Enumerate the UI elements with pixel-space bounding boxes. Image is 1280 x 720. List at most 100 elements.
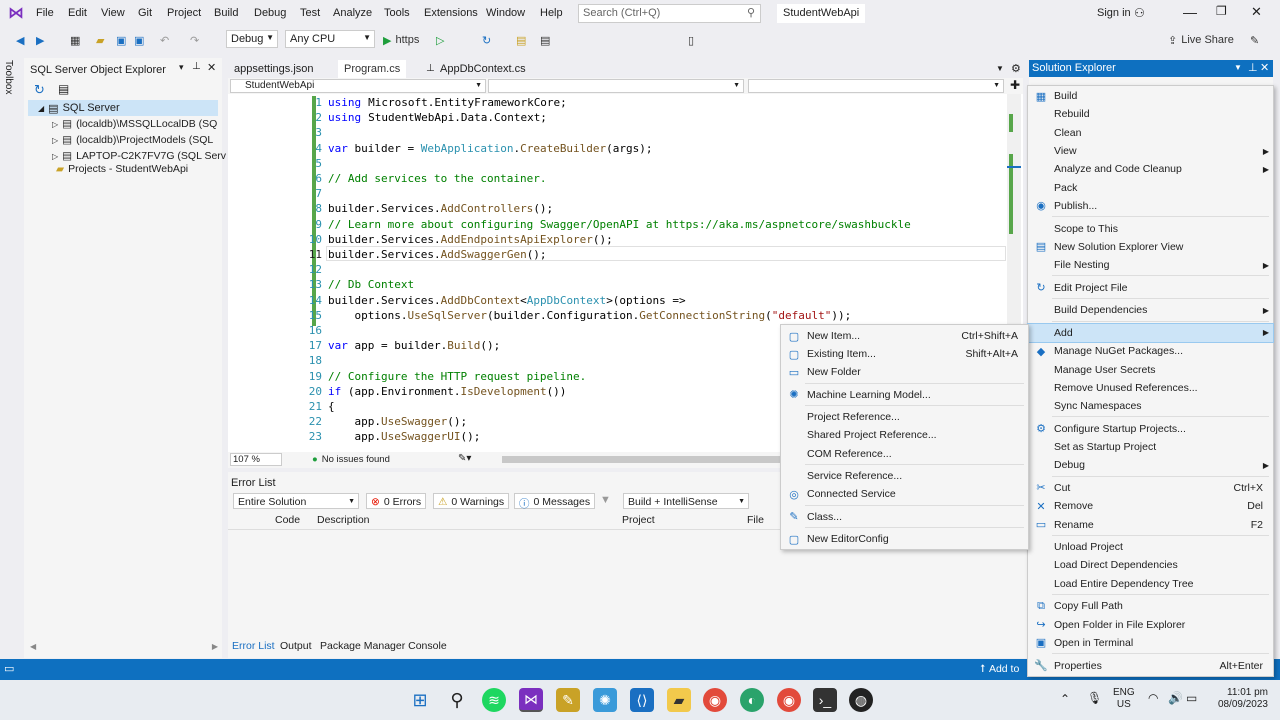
menu-item-pack[interactable]: Pack [1028, 179, 1273, 197]
messages-filter-button[interactable]: ⓘ 0 Messages [514, 493, 596, 510]
tab-output[interactable]: Output [280, 640, 312, 652]
live-share-button[interactable]: ⇪ Live Share [1168, 31, 1234, 49]
spotify-icon[interactable]: ≋ [482, 688, 506, 712]
save-icon[interactable]: ▣ [116, 31, 126, 49]
tab-program-cs[interactable]: Program.cs [338, 60, 407, 78]
vscode-icon[interactable]: ⟨⟩ [630, 688, 654, 712]
col-file[interactable]: File [747, 514, 764, 526]
sign-in-link[interactable]: Sign in [1097, 7, 1131, 19]
menu-item-rebuild[interactable]: Rebuild [1028, 105, 1273, 123]
network-app-icon[interactable]: ✺ [593, 688, 617, 712]
status-output-icon[interactable]: ▭ [4, 662, 14, 675]
sql-tool-icon[interactable]: ✎ [556, 688, 580, 712]
menu-item-new-item[interactable]: ▢ New Item... Ctrl+Shift+A [781, 327, 1028, 345]
configuration-select[interactable]: Debug ▼ [226, 30, 278, 48]
minimize-button[interactable]: — [1183, 4, 1197, 20]
pin-icon[interactable]: ⊥ [1248, 61, 1258, 74]
menu-item-edit-project-file[interactable]: ↻ Edit Project File [1028, 279, 1273, 297]
code-line[interactable]: var app = builder.Build(); [328, 339, 500, 352]
menu-item-new-solution-explorer-view[interactable]: ▤ New Solution Explorer View [1028, 238, 1273, 256]
menu-item-remove[interactable]: ✕ Remove Del [1028, 497, 1273, 515]
member-nav-select[interactable]: ▼ [748, 79, 1004, 93]
open-icon[interactable]: ▰ [96, 31, 104, 49]
errors-filter-button[interactable]: ⊗ 0 Errors [366, 493, 427, 509]
menu-item-clean[interactable]: Clean [1028, 124, 1273, 142]
filter-icon[interactable]: ▼ [600, 494, 611, 506]
menu-test[interactable]: Test [300, 7, 320, 19]
menu-item-manage-nuget-packages[interactable]: ◆ Manage NuGet Packages... [1028, 342, 1273, 360]
menu-item-build-dependencies[interactable]: Build Dependencies ▶ [1028, 301, 1273, 319]
issues-indicator[interactable]: ● No issues found [312, 454, 390, 465]
warnings-filter-button[interactable]: ⚠ 0 Warnings [433, 493, 510, 509]
zoom-select[interactable]: 107 % [230, 453, 282, 466]
projects-node[interactable]: ▰ Projects - StudentWebApi [56, 163, 188, 175]
code-line[interactable]: options.UseSqlServer(builder.Configurati… [328, 309, 851, 322]
undo-icon[interactable]: ↶ [160, 31, 169, 49]
menu-item-connected-service[interactable]: ◎ Connected Service [781, 485, 1028, 503]
menu-item-set-as-startup-project[interactable]: Set as Startup Project [1028, 438, 1273, 456]
menu-item-view[interactable]: View ▶ [1028, 142, 1273, 160]
menu-item-load-direct-dependencies[interactable]: Load Direct Dependencies [1028, 556, 1273, 574]
menu-item-configure-startup-projects[interactable]: ⚙ Configure Startup Projects... [1028, 420, 1273, 438]
menu-file[interactable]: File [36, 7, 54, 19]
search-input[interactable]: Search (Ctrl+Q) ⚲ [578, 4, 761, 23]
volume-icon[interactable]: 🔊 [1168, 691, 1183, 705]
code-line[interactable]: var builder = WebApplication.CreateBuild… [328, 142, 653, 155]
menu-window[interactable]: Window [486, 7, 525, 19]
toolbox-tab[interactable]: Toolbox [3, 60, 14, 94]
menu-item-manage-user-secrets[interactable]: Manage User Secrets [1028, 360, 1273, 378]
code-line[interactable]: { [328, 400, 335, 413]
code-line[interactable]: // Configure the HTTP request pipeline. [328, 370, 586, 383]
menu-item-copy-full-path[interactable]: ⧉ Copy Full Path [1028, 597, 1273, 615]
menu-item-machine-learning-model[interactable]: ✺ Machine Learning Model... [781, 386, 1028, 404]
search-icon[interactable]: ⚲ [445, 688, 469, 712]
settings-icon[interactable]: ⚙ [1011, 62, 1021, 75]
tab-error-list[interactable]: Error List [232, 640, 275, 652]
language-indicator[interactable]: ENG US [1113, 687, 1135, 711]
scope-select[interactable]: Entire Solution ▼ [233, 493, 359, 509]
menu-item-sync-namespaces[interactable]: Sync Namespaces [1028, 397, 1273, 415]
bookmark-icon[interactable]: ▯ [688, 31, 694, 49]
menu-view[interactable]: View [101, 7, 125, 19]
menu-item-remove-unused-references[interactable]: Remove Unused References... [1028, 379, 1273, 397]
menu-item-cut[interactable]: ✂ Cut Ctrl+X [1028, 479, 1273, 497]
chrome-icon[interactable]: ◉ [703, 688, 727, 712]
github-icon[interactable]: ◍ [849, 688, 873, 712]
menu-item-new-editorconfig[interactable]: ▢ New EditorConfig [781, 530, 1028, 548]
new-project-icon[interactable]: ▦ [70, 31, 80, 49]
tab-package-manager-console[interactable]: Package Manager Console [320, 640, 447, 652]
close-window-button[interactable]: ✕ [1251, 4, 1262, 20]
close-panel-icon[interactable]: ✕ [207, 61, 216, 74]
menu-item-service-reference[interactable]: Service Reference... [781, 467, 1028, 485]
menu-item-unload-project[interactable]: Unload Project [1028, 538, 1273, 556]
col-description[interactable]: Description [317, 514, 370, 526]
terminal-icon[interactable]: ›_ [813, 688, 837, 712]
toolbar-misc-icon[interactable]: ▤ [540, 31, 550, 49]
split-icon[interactable]: ✚ [1010, 78, 1020, 92]
menu-debug[interactable]: Debug [254, 7, 286, 19]
sql-server-node[interactable]: ▷ ▤ LAPTOP-C2K7FV7G (SQL Serv [52, 148, 226, 164]
microphone-icon[interactable]: 🎙 [1087, 691, 1102, 705]
type-nav-select[interactable]: ▼ [488, 79, 744, 93]
code-line[interactable]: builder.Services.AddSwaggerGen(); [328, 248, 547, 261]
code-line[interactable]: using Microsoft.EntityFrameworkCore; [328, 96, 567, 109]
code-line[interactable]: if (app.Environment.IsDevelopment()) [328, 385, 566, 398]
code-line[interactable]: // Learn more about configuring Swagger/… [328, 218, 911, 231]
code-line[interactable]: builder.Services.AddControllers(); [328, 202, 553, 215]
tab-dropdown-icon[interactable]: ▼ [996, 64, 1004, 73]
menu-item-project-reference[interactable]: Project Reference... [781, 408, 1028, 426]
chrome-profile-icon[interactable]: ◉ [777, 688, 801, 712]
menu-edit[interactable]: Edit [68, 7, 87, 19]
menu-item-publish[interactable]: ◉ Publish... [1028, 197, 1273, 215]
menu-analyze[interactable]: Analyze [333, 7, 372, 19]
clock[interactable]: 11:01 pm 08/09/2023 [1212, 687, 1268, 711]
tab-appdbcontext[interactable]: AppDbContext.cs [434, 60, 532, 78]
menu-git[interactable]: Git [138, 7, 152, 19]
menu-item-open-folder-in-file-explorer[interactable]: ↪ Open Folder in File Explorer [1028, 616, 1273, 634]
horizontal-scrollbar[interactable]: ◀ ▶ [30, 642, 218, 652]
save-all-icon[interactable]: ▣ [134, 31, 144, 49]
menu-item-shared-project-reference[interactable]: Shared Project Reference... [781, 426, 1028, 444]
code-line[interactable]: // Db Context [328, 278, 414, 291]
code-line[interactable]: builder.Services.AddEndpointsApiExplorer… [328, 233, 613, 246]
wifi-icon[interactable]: ◠ [1148, 691, 1158, 705]
